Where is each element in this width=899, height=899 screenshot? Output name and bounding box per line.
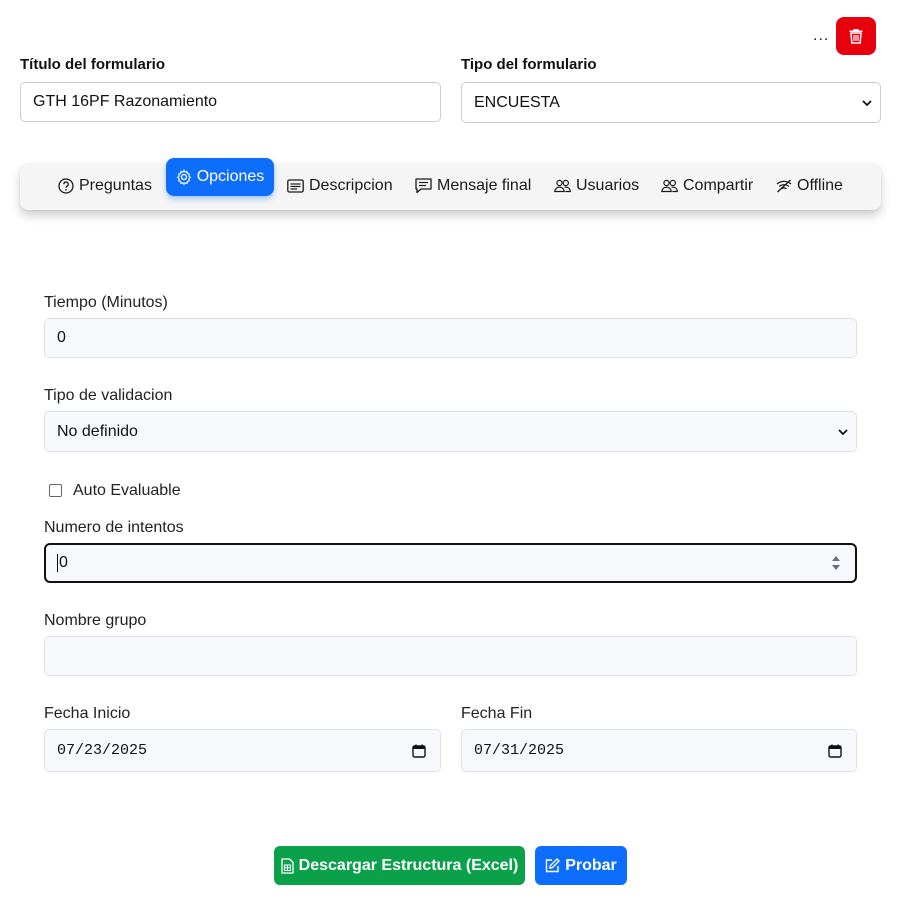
tab-compartir[interactable]: Compartir <box>661 177 753 195</box>
text-caret <box>57 554 58 572</box>
validation-label: Tipo de validacion <box>44 387 173 404</box>
auto-eval-label: Auto Evaluable <box>73 482 181 499</box>
start-date-value: 07/23/2025 <box>57 742 148 759</box>
start-date-input[interactable]: 07/23/2025 <box>44 729 441 772</box>
auto-eval-checkbox[interactable] <box>49 484 62 497</box>
more-options-button[interactable]: ... <box>813 26 829 46</box>
question-circle-icon <box>58 178 74 194</box>
time-label: Tiempo (Minutos) <box>44 294 168 311</box>
calendar-icon[interactable] <box>412 744 426 758</box>
validation-value: No definido <box>57 422 138 440</box>
test-label: Probar <box>565 856 617 874</box>
test-button[interactable]: Probar <box>535 846 627 885</box>
group-name-label: Nombre grupo <box>44 612 147 629</box>
form-title-label: Título del formulario <box>20 56 165 73</box>
end-date-label: Fecha Fin <box>461 705 533 722</box>
tab-label: Opciones <box>196 168 265 185</box>
tab-usuarios[interactable]: Usuarios <box>554 177 639 195</box>
people-icon <box>661 179 678 193</box>
group-name-input[interactable] <box>44 636 857 676</box>
form-title-value: GTH 16PF Razonamiento <box>33 93 218 110</box>
chat-text-icon <box>415 178 432 194</box>
tab-label: Preguntas <box>79 177 152 194</box>
calendar-icon[interactable] <box>828 744 842 758</box>
chevron-down-icon <box>862 99 872 106</box>
people-icon <box>554 179 571 193</box>
tab-preguntas[interactable]: Preguntas <box>58 177 152 195</box>
tab-label: Mensaje final <box>437 177 532 194</box>
wifi-off-icon <box>776 179 792 193</box>
end-date-value: 07/31/2025 <box>474 742 565 759</box>
tab-descripcion[interactable]: Descripcion <box>287 177 393 195</box>
tab-label: Compartir <box>683 177 754 194</box>
tab-offline[interactable]: Offline <box>776 177 843 195</box>
file-excel-icon <box>281 857 294 874</box>
chevron-down-icon <box>838 428 848 435</box>
form-type-select[interactable]: ENCUESTA <box>461 82 881 123</box>
end-date-input[interactable]: 07/31/2025 <box>461 729 857 772</box>
number-spinner-icon[interactable] <box>831 553 841 573</box>
tab-opciones[interactable]: Opciones <box>166 158 274 196</box>
gear-icon <box>176 169 191 185</box>
time-value: 0 <box>57 329 66 346</box>
form-type-label: Tipo del formulario <box>461 56 597 73</box>
attempts-label: Numero de intentos <box>44 519 184 536</box>
card-text-icon <box>287 179 304 193</box>
form-type-value: ENCUESTA <box>474 93 560 111</box>
download-structure-label: Descargar Estructura (Excel) <box>298 856 519 874</box>
pencil-square-icon <box>546 858 560 873</box>
start-date-label: Fecha Inicio <box>44 705 131 722</box>
attempts-input[interactable]: 0 <box>44 543 857 583</box>
trash-icon <box>849 29 863 44</box>
validation-select[interactable]: No definido <box>44 411 857 452</box>
time-input[interactable]: 0 <box>44 318 857 358</box>
tab-label: Usuarios <box>576 177 640 194</box>
form-title-input[interactable]: GTH 16PF Razonamiento <box>20 82 441 122</box>
attempts-value: 0 <box>59 554 68 571</box>
delete-button[interactable] <box>836 17 876 55</box>
tab-label: Descripcion <box>309 177 393 194</box>
tab-mensaje-final[interactable]: Mensaje final <box>415 177 531 195</box>
download-structure-button[interactable]: Descargar Estructura (Excel) <box>274 846 525 885</box>
tab-label: Offline <box>797 177 843 194</box>
